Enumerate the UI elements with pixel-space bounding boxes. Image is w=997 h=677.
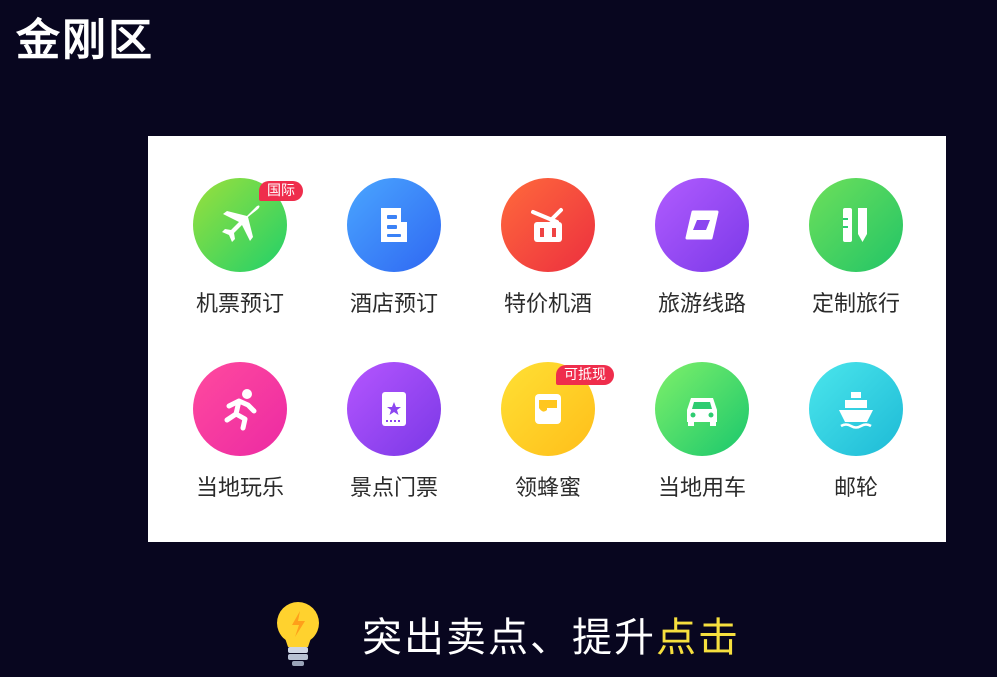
grid-item-tour-route[interactable]: 旅游线路	[627, 178, 777, 338]
gift-suitcase-icon	[501, 178, 595, 272]
tagline-highlight: 点击	[656, 615, 740, 661]
grid-item-attraction-tickets[interactable]: 景点门票	[319, 362, 469, 522]
cruise-ship-icon	[809, 362, 903, 456]
grid-item-label: 旅游线路	[657, 292, 746, 317]
grid-item-label: 景点门票	[349, 476, 438, 501]
route-icon	[655, 178, 749, 272]
grid-item-label: 酒店预订	[349, 292, 438, 317]
tagline: 突出卖点、提升 点击	[270, 598, 740, 670]
lightbulb-icon	[277, 602, 319, 666]
badge-international: 国际	[259, 181, 303, 201]
badge-cash-deductible: 可抵现	[556, 365, 614, 385]
grid-item-label: 当地玩乐	[195, 476, 284, 501]
slide-title: 金刚区	[16, 15, 154, 66]
grid-item-label: 机票预订	[195, 292, 284, 317]
icon-grid-card: 国际 机票预订 酒店预订 特价机酒 旅游线路 定制旅行 当地玩乐 景点门票 可抵…	[148, 136, 946, 542]
grid-item-deal-flight-hotel[interactable]: 特价机酒	[473, 178, 623, 338]
grid-item-label: 当地用车	[657, 476, 746, 501]
grid-item-label: 特价机酒	[503, 292, 592, 317]
grid-item-local-fun[interactable]: 当地玩乐	[165, 362, 315, 522]
runner-icon	[193, 362, 287, 456]
grid-item-flight[interactable]: 国际 机票预订	[165, 178, 315, 338]
hotel-icon	[347, 178, 441, 272]
tagline-text: 突出卖点、提升	[362, 615, 656, 661]
grid-item-cruise[interactable]: 邮轮	[781, 362, 931, 522]
grid-item-custom-travel[interactable]: 定制旅行	[781, 178, 931, 338]
grid-item-get-honey[interactable]: 可抵现 领蜂蜜	[473, 362, 623, 522]
ticket-icon	[347, 362, 441, 456]
car-icon	[655, 362, 749, 456]
grid-item-label: 邮轮	[833, 476, 878, 501]
pen-ruler-icon	[809, 178, 903, 272]
grid-item-label: 领蜂蜜	[514, 476, 581, 501]
grid-item-local-car[interactable]: 当地用车	[627, 362, 777, 522]
grid-item-hotel[interactable]: 酒店预订	[319, 178, 469, 338]
grid-item-label: 定制旅行	[811, 292, 900, 317]
